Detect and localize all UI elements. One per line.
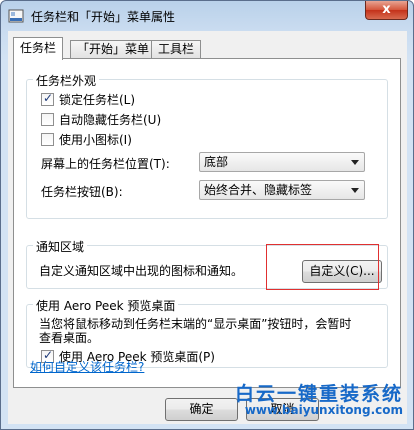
chevron-down-icon [351, 160, 359, 165]
buttons-dropdown[interactable]: 始终合并、隐藏标签 [199, 180, 365, 200]
help-link[interactable]: 如何自定义该任务栏? [30, 358, 144, 375]
lock-taskbar-checkbox[interactable] [41, 91, 54, 106]
title-bar[interactable]: 任务栏和「开始」菜单属性 x [1, 1, 413, 31]
position-label: 屏幕上的任务栏位置(T): [41, 157, 170, 171]
dialog-client-area: 任务栏 「开始」菜单 工具栏 任务栏外观 锁定任务栏(L) 自动隐藏任务栏(U)… [8, 31, 407, 424]
notification-description: 自定义通知区域中出现的图标和通知。 [39, 264, 244, 278]
aero-peek-description-line2: 查看桌面。 [39, 331, 100, 345]
window-title: 任务栏和「开始」菜单属性 [31, 10, 176, 24]
buttons-value: 始终合并、隐藏标签 [204, 183, 313, 197]
notification-legend: 通知区域 [33, 238, 88, 255]
highlight-box [266, 244, 379, 290]
tab-toolbars[interactable]: 工具栏 [151, 40, 202, 59]
small-icons-option[interactable]: 使用小图标(I) [41, 131, 132, 147]
taskbar-properties-icon [8, 9, 24, 23]
aero-peek-legend: 使用 Aero Peek 预览桌面 [33, 297, 179, 314]
small-icons-checkbox[interactable] [41, 132, 54, 146]
tab-taskbar[interactable]: 任务栏 [13, 37, 64, 60]
position-dropdown[interactable]: 底部 [199, 152, 365, 172]
chevron-down-icon [351, 188, 359, 193]
lock-taskbar-option[interactable]: 锁定任务栏(L) [41, 91, 135, 107]
tab-panel-taskbar: 任务栏外观 锁定任务栏(L) 自动隐藏任务栏(U) 使用小图标(I) 屏幕上的任… [13, 58, 401, 388]
small-icons-label: 使用小图标(I) [59, 132, 132, 147]
dialog-window: 任务栏和「开始」菜单属性 x 任务栏 「开始」菜单 工具栏 任务栏外观 锁定任务… [0, 0, 414, 430]
appearance-group: 任务栏外观 锁定任务栏(L) 自动隐藏任务栏(U) 使用小图标(I) 屏幕上的任… [26, 72, 388, 219]
autohide-label: 自动隐藏任务栏(U) [59, 112, 162, 127]
buttons-label: 任务栏按钮(B): [41, 185, 123, 199]
ok-button[interactable]: 确定 [165, 398, 238, 421]
lock-taskbar-label: 锁定任务栏(L) [59, 92, 136, 107]
appearance-legend: 任务栏外观 [33, 72, 100, 89]
watermark-url: www.baiyunxitong.com [244, 403, 403, 417]
position-value: 底部 [204, 155, 229, 169]
tab-start-menu[interactable]: 「开始」菜单 [70, 40, 157, 59]
watermark: 白云一键重装系统 www.baiyunxitong.com [235, 379, 403, 417]
close-button[interactable]: x [365, 1, 408, 20]
autohide-option[interactable]: 自动隐藏任务栏(U) [41, 111, 161, 127]
watermark-title: 白云一键重装系统 [234, 383, 403, 405]
autohide-checkbox[interactable] [41, 112, 54, 126]
